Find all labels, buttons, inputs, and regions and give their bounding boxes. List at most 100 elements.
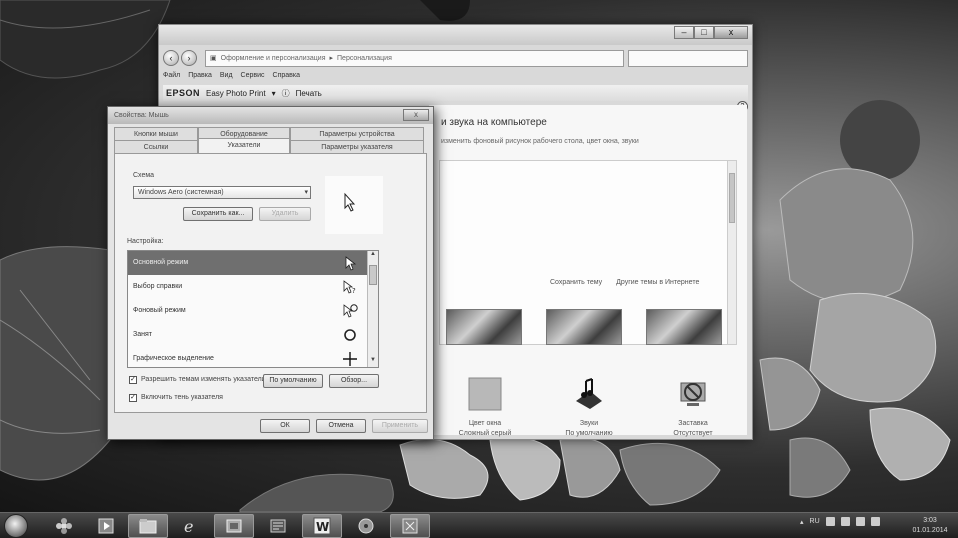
- tab-links[interactable]: Ссылки: [114, 140, 198, 154]
- back-arrow-icon[interactable]: ‹: [163, 50, 179, 66]
- taskbar-app-word[interactable]: W: [302, 514, 342, 538]
- sounds-option[interactable]: Звуки По умолчанию: [543, 377, 635, 439]
- screensaver-icon: [680, 382, 706, 406]
- screensaver-value: Отсутствует: [673, 430, 713, 437]
- epson-logo[interactable]: EPSON: [166, 88, 200, 98]
- sounds-icon: [576, 378, 602, 409]
- start-button[interactable]: [4, 514, 28, 538]
- menu-item-edit[interactable]: Правка: [188, 72, 212, 79]
- pointers-tab-panel: Схема Windows Aero (системная) ▾ Сохрани…: [114, 153, 427, 413]
- svg-text:W: W: [316, 520, 329, 534]
- breadcrumb-segment[interactable]: Оформление и персонализация: [221, 55, 326, 62]
- taskbar-app-paint[interactable]: [44, 514, 84, 538]
- taskbar-app-mouse-properties[interactable]: [390, 514, 430, 538]
- print-link[interactable]: Печать: [296, 89, 322, 98]
- taskbar-app-media-center[interactable]: [346, 514, 386, 538]
- pointer-list[interactable]: Основной режим Выбор справки ? Фоновый р…: [127, 250, 379, 368]
- page-title: и звука на компьютере: [441, 117, 547, 128]
- forward-arrow-icon[interactable]: ›: [181, 50, 197, 66]
- window-color-label: Цвет окна: [468, 420, 502, 427]
- action-center-flag-icon[interactable]: [840, 517, 850, 526]
- list-item[interactable]: Основной режим: [128, 251, 368, 275]
- help-circle-icon[interactable]: ⓘ: [282, 88, 290, 99]
- scroll-down-icon[interactable]: ▼: [368, 357, 378, 367]
- list-item[interactable]: Графическое выделение: [128, 347, 368, 367]
- scroll-thumb[interactable]: [729, 173, 735, 223]
- dialog-titlebar[interactable]: Свойства: Мышь x: [108, 107, 433, 124]
- control-panel-icon: [226, 519, 242, 533]
- pointer-name: Занят: [133, 331, 152, 338]
- taskbar-app-explorer[interactable]: [128, 514, 168, 538]
- volume-icon[interactable]: [870, 517, 880, 526]
- breadcrumb-segment[interactable]: Персонализация: [337, 55, 392, 62]
- toolbar-dropdown-icon[interactable]: ▾: [272, 89, 276, 98]
- personalization-options: Цвет окна Сложный серый Звуки По умолчан…: [439, 377, 739, 439]
- tab-device-settings[interactable]: Параметры устройства: [290, 127, 424, 141]
- network-icon[interactable]: [855, 517, 865, 526]
- taskbar-app-media[interactable]: [86, 514, 126, 538]
- pointer-preview: [325, 176, 383, 234]
- screensaver-label: Заставка: [678, 420, 708, 427]
- dialog-close-button[interactable]: x: [403, 109, 429, 121]
- working-cursor-icon: [343, 304, 358, 318]
- list-item[interactable]: Выбор справки ?: [128, 275, 368, 299]
- allow-themes-checkbox[interactable]: ✓: [129, 376, 137, 384]
- pointer-list-scrollbar[interactable]: ▲ ▼: [367, 251, 378, 367]
- tab-pointer-options[interactable]: Параметры указателя: [290, 140, 424, 154]
- cancel-button[interactable]: Отмена: [316, 419, 366, 433]
- tray-expand-icon[interactable]: ▴: [800, 518, 804, 526]
- apply-button[interactable]: Применить: [372, 419, 428, 433]
- scroll-up-icon[interactable]: ▲: [368, 251, 378, 261]
- chevron-down-icon: ▾: [304, 189, 308, 196]
- window-titlebar[interactable]: – □ x: [159, 25, 752, 45]
- menu-item-view[interactable]: Вид: [220, 72, 233, 79]
- save-theme-link[interactable]: Сохранить тему: [550, 279, 602, 286]
- taskbar-app-control-panel[interactable]: [214, 514, 254, 538]
- tab-pointers[interactable]: Указатели: [198, 138, 290, 154]
- screensaver-option[interactable]: Заставка Отсутствует: [647, 377, 739, 439]
- clock[interactable]: 3:03 01.01.2014: [908, 516, 952, 536]
- easy-photo-print-link[interactable]: Easy Photo Print: [206, 89, 266, 98]
- enable-shadow-checkbox[interactable]: ✓: [129, 394, 137, 402]
- svg-text:?: ?: [352, 287, 356, 295]
- menu-item-help[interactable]: Справка: [273, 72, 300, 79]
- more-themes-link[interactable]: Другие темы в Интернете: [616, 279, 699, 286]
- toolbar: EPSON Easy Photo Print ▾ ⓘ Печать: [163, 85, 748, 101]
- page-description: изменить фоновый рисунок рабочего стола,…: [441, 138, 639, 145]
- menu-item-tools[interactable]: Сервис: [241, 72, 265, 79]
- delete-button[interactable]: Удалить: [259, 207, 311, 221]
- sounds-value: По умолчанию: [565, 430, 613, 437]
- setup-label: Настройка:: [127, 238, 164, 245]
- list-item[interactable]: Фоновый режим: [128, 299, 368, 323]
- svg-text:e: e: [184, 517, 193, 535]
- language-indicator[interactable]: RU: [810, 518, 820, 525]
- theme-list: [446, 309, 722, 345]
- tab-buttons[interactable]: Кнопки мыши: [114, 127, 198, 141]
- maximize-button[interactable]: □: [694, 26, 714, 39]
- search-input[interactable]: [628, 49, 748, 67]
- taskbar-app-window[interactable]: [258, 514, 298, 538]
- theme-thumbnail[interactable]: [446, 309, 522, 345]
- scroll-thumb[interactable]: [369, 265, 377, 285]
- scheme-select[interactable]: Windows Aero (системная) ▾: [133, 186, 311, 199]
- close-button[interactable]: x: [714, 26, 748, 39]
- help-cursor-icon: ?: [343, 280, 356, 295]
- address-bar[interactable]: ▣ Оформление и персонализация ▸ Персонал…: [205, 49, 624, 67]
- scheme-select-value: Windows Aero (системная): [138, 189, 224, 196]
- word-icon: W: [313, 517, 331, 535]
- menu-item-file[interactable]: Файл: [163, 72, 180, 79]
- taskbar-app-ie[interactable]: e: [170, 514, 210, 538]
- list-item[interactable]: Занят: [128, 323, 368, 347]
- keyboard-icon[interactable]: [825, 517, 835, 526]
- default-button[interactable]: По умолчанию: [263, 374, 323, 388]
- scheme-label: Схема: [133, 172, 155, 179]
- window-color-option[interactable]: Цвет окна Сложный серый: [439, 377, 531, 439]
- theme-thumbnail[interactable]: [646, 309, 722, 345]
- busy-cursor-icon: [344, 329, 356, 341]
- themes-scrollbar[interactable]: [727, 161, 736, 344]
- ok-button[interactable]: ОК: [260, 419, 310, 433]
- theme-thumbnail[interactable]: [546, 309, 622, 345]
- save-as-button[interactable]: Сохранить как...: [183, 207, 253, 221]
- minimize-button[interactable]: –: [674, 26, 694, 39]
- browse-button[interactable]: Обзор...: [329, 374, 379, 388]
